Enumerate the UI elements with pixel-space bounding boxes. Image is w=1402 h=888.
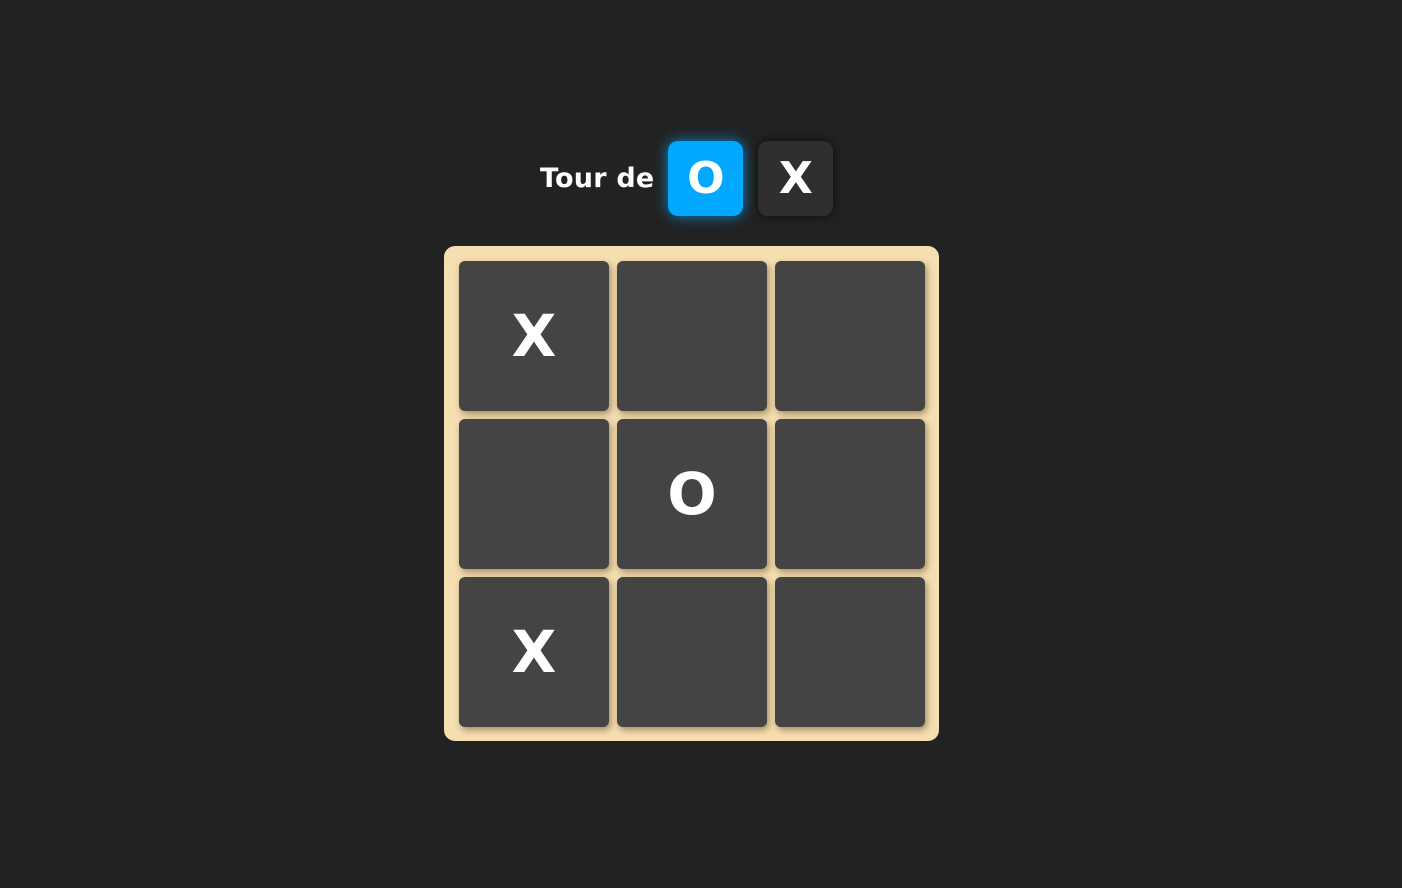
- tic-tac-toe-app: Tour de O X X O X: [0, 0, 1402, 888]
- board-cell-r1-c2[interactable]: [617, 261, 767, 411]
- board-cell-r1-c1[interactable]: X: [459, 261, 609, 411]
- board-cell-r2-c3[interactable]: [775, 419, 925, 569]
- board-cell-r2-c2[interactable]: O: [617, 419, 767, 569]
- board-cell-r3-c2[interactable]: [617, 577, 767, 727]
- board-cell-r1-c3[interactable]: [775, 261, 925, 411]
- turn-indicator: Tour de O X: [540, 141, 834, 216]
- board-cell-r3-c1[interactable]: X: [459, 577, 609, 727]
- board-cell-r2-c1[interactable]: [459, 419, 609, 569]
- game-board: X O X: [444, 246, 939, 741]
- player-o-indicator: O: [668, 141, 744, 216]
- board-cell-r3-c3[interactable]: [775, 577, 925, 727]
- player-x-indicator: X: [758, 141, 834, 216]
- turn-label: Tour de: [540, 163, 655, 194]
